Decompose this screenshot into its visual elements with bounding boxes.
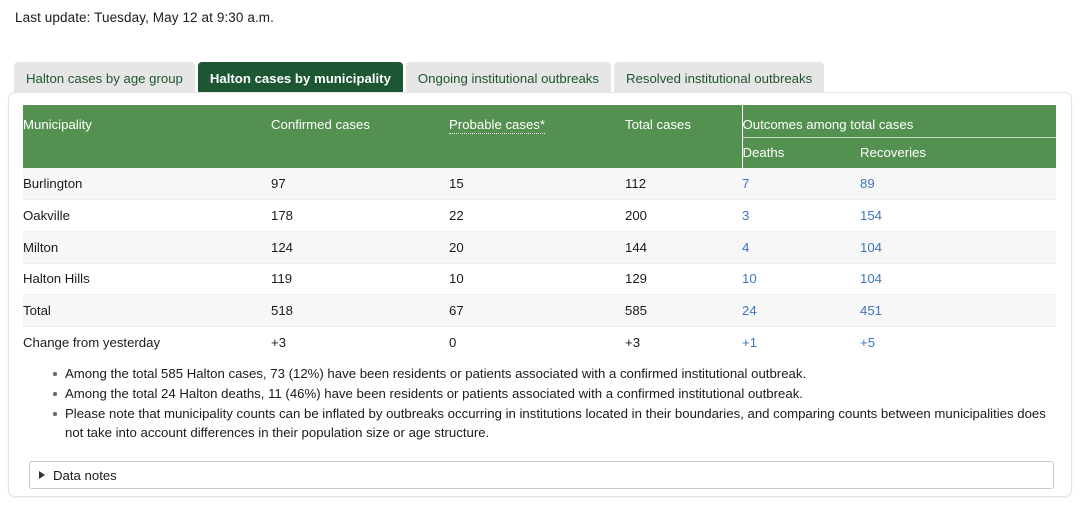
cell-confirmed: 97	[271, 168, 449, 201]
data-notes-disclosure[interactable]: Data notes	[29, 461, 1054, 489]
cell-deaths[interactable]: 4	[742, 231, 860, 264]
cell-recoveries[interactable]: 154	[860, 199, 1057, 232]
triangle-right-icon	[39, 471, 45, 479]
tab-halton-cases-by-age-group[interactable]: Halton cases by age group	[14, 62, 195, 95]
cell-confirmed: 178	[271, 199, 449, 232]
table-row-total: Total 518 67 585 24 451	[23, 294, 1057, 327]
data-notes-label: Data notes	[53, 467, 117, 483]
cell-deaths[interactable]: +1	[742, 326, 860, 359]
col-header-deaths: Deaths	[741, 137, 860, 168]
cell-municipality: Burlington	[23, 168, 271, 201]
col-header-probable-cases: Probable cases*	[449, 105, 625, 168]
cell-municipality: Oakville	[23, 199, 271, 232]
table-row-change: Change from yesterday +3 0 +3 +1 +5	[23, 326, 1057, 359]
cell-confirmed: 518	[271, 294, 449, 327]
cell-municipality: Total	[23, 294, 271, 327]
col-header-municipality: Municipality	[23, 105, 271, 168]
cell-total: 112	[625, 168, 742, 201]
footnote-list: Among the total 585 Halton cases, 73 (12…	[29, 365, 1059, 444]
cell-confirmed: 119	[271, 263, 449, 296]
cell-total: 129	[625, 263, 742, 296]
cell-probable: 67	[449, 294, 625, 327]
cell-deaths[interactable]: 7	[742, 168, 860, 201]
table-row: Halton Hills 119 10 129 10 104	[23, 263, 1057, 296]
cell-deaths[interactable]: 24	[742, 294, 860, 327]
table-body: Burlington 97 15 112 7 89 Oakville 178 2…	[23, 168, 1057, 359]
cell-total: 585	[625, 294, 742, 327]
col-header-confirmed-cases: Confirmed cases	[271, 105, 449, 168]
tab-resolved-institutional-outbreaks[interactable]: Resolved institutional outbreaks	[614, 62, 825, 95]
cell-probable: 0	[449, 326, 625, 359]
probable-cases-abbr[interactable]: Probable cases*	[449, 117, 546, 134]
table-header-row-primary: Municipality Confirmed cases Probable ca…	[23, 105, 1057, 168]
col-header-total-cases: Total cases	[625, 105, 742, 168]
cell-total: +3	[625, 326, 742, 359]
cell-recoveries[interactable]: 89	[860, 168, 1057, 201]
list-item: Among the total 24 Halton deaths, 11 (46…	[53, 385, 1059, 403]
cell-probable: 22	[449, 199, 625, 232]
cell-probable: 20	[449, 231, 625, 264]
page-root: Last update: Tuesday, May 12 at 9:30 a.m…	[0, 0, 1080, 515]
cases-table: Municipality Confirmed cases Probable ca…	[23, 105, 1057, 359]
table-head: Municipality Confirmed cases Probable ca…	[23, 105, 1057, 168]
cell-total: 200	[625, 199, 742, 232]
list-item: Please note that municipality counts can…	[53, 405, 1059, 441]
cell-municipality: Halton Hills	[23, 263, 271, 296]
cell-recoveries[interactable]: +5	[860, 326, 1057, 359]
tab-halton-cases-by-municipality[interactable]: Halton cases by municipality	[197, 62, 403, 95]
cell-deaths[interactable]: 3	[742, 199, 860, 232]
cell-deaths[interactable]: 10	[742, 263, 860, 296]
last-update-text: Last update: Tuesday, May 12 at 9:30 a.m…	[15, 10, 275, 25]
col-header-recoveries: Recoveries	[860, 137, 1057, 168]
tab-ongoing-institutional-outbreaks[interactable]: Ongoing institutional outbreaks	[405, 62, 611, 95]
cell-confirmed: 124	[271, 231, 449, 264]
cell-confirmed: +3	[271, 326, 449, 359]
cell-municipality: Milton	[23, 231, 271, 264]
cell-recoveries[interactable]: 104	[860, 231, 1057, 264]
tab-panel-card: Municipality Confirmed cases Probable ca…	[8, 92, 1072, 497]
tab-bar: Halton cases by age group Halton cases b…	[14, 62, 825, 95]
col-header-outcomes-group: Outcomes among total cases	[741, 105, 1057, 138]
table-row: Oakville 178 22 200 3 154	[23, 199, 1057, 232]
table-row: Burlington 97 15 112 7 89	[23, 168, 1057, 201]
cell-municipality: Change from yesterday	[23, 326, 271, 359]
cell-probable: 10	[449, 263, 625, 296]
cell-recoveries[interactable]: 104	[860, 263, 1057, 296]
cell-total: 144	[625, 231, 742, 264]
table-row: Milton 124 20 144 4 104	[23, 231, 1057, 264]
list-item: Among the total 585 Halton cases, 73 (12…	[53, 365, 1059, 383]
cell-recoveries[interactable]: 451	[860, 294, 1057, 327]
cell-probable: 15	[449, 168, 625, 201]
